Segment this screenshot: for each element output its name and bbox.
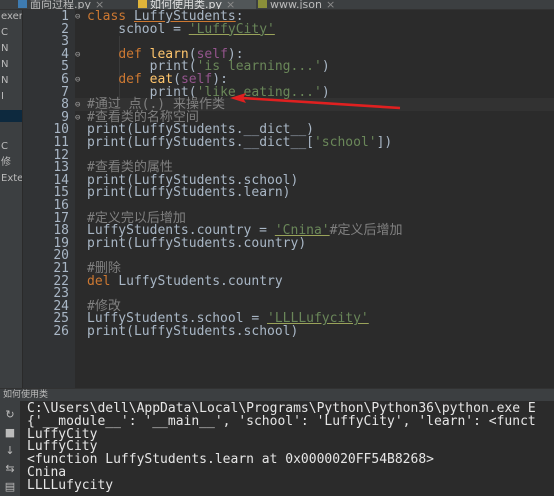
close-icon[interactable]: × bbox=[95, 0, 104, 9]
run-toolbar: ↻ ■ ↓ ⇆ ▤ bbox=[0, 401, 20, 496]
code-token: ]) bbox=[376, 135, 393, 150]
console-output-line: {'__module__': '__main__', 'school': 'Lu… bbox=[27, 413, 536, 429]
tab-mianxiangguocheng[interactable]: 面向过程.py × bbox=[18, 0, 136, 9]
code-token: (LuffyStudents.school) bbox=[126, 324, 299, 339]
project-item[interactable]: I bbox=[1, 90, 22, 104]
project-item[interactable]: C bbox=[1, 140, 22, 154]
close-icon[interactable]: × bbox=[326, 0, 335, 9]
wrap-icon[interactable]: ⇆ bbox=[3, 463, 17, 475]
tab-label: 如何使用类.py bbox=[150, 0, 222, 9]
tab-www-json[interactable]: www.json × bbox=[258, 0, 358, 9]
project-item[interactable]: 修 bbox=[1, 156, 22, 170]
fold-marker-icon[interactable]: ⊖ bbox=[75, 11, 80, 23]
code-token: LuffyStudents.country bbox=[118, 273, 283, 289]
stop-icon[interactable]: ■ bbox=[3, 427, 17, 439]
python-file-icon bbox=[138, 0, 147, 8]
code-line: print(LuffyStudents.country) bbox=[87, 235, 307, 251]
console-output-line: <function LuffyStudents.learn at 0x00000… bbox=[27, 452, 434, 468]
console-output-line: LLLLufycity bbox=[27, 477, 114, 493]
code-token: (LuffyStudents.learn) bbox=[126, 185, 291, 201]
project-item[interactable]: N bbox=[1, 74, 22, 88]
code-token: del bbox=[87, 273, 119, 289]
code-token: #定义后增加 bbox=[329, 223, 403, 239]
fold-marker-icon[interactable]: ⊖ bbox=[75, 112, 80, 124]
fold-marker-icon[interactable]: ⊖ bbox=[75, 49, 80, 61]
run-panel-header: 如何使用类 bbox=[0, 388, 554, 401]
code-token: 'school' bbox=[313, 135, 377, 150]
project-item[interactable]: N bbox=[1, 58, 22, 72]
project-item[interactable]: Exte bbox=[1, 172, 22, 186]
json-file-icon bbox=[258, 0, 267, 8]
line-number: 26 bbox=[53, 324, 69, 339]
project-item[interactable]: exer bbox=[1, 10, 22, 24]
code-token: ) bbox=[321, 59, 330, 75]
close-icon[interactable]: × bbox=[226, 0, 235, 9]
code-line: print(LuffyStudents.learn) bbox=[87, 185, 291, 201]
scroll-down-icon[interactable]: ↓ bbox=[3, 445, 17, 457]
code-token: (LuffyStudents.__dict__[ bbox=[126, 135, 314, 150]
fold-marker-icon[interactable]: ⊖ bbox=[75, 74, 80, 86]
tab-label: www.json bbox=[270, 0, 322, 9]
print-icon[interactable]: ▤ bbox=[3, 481, 17, 493]
project-item[interactable]: C bbox=[1, 26, 22, 40]
run-console[interactable]: C:\Users\dell\AppData\Local\Programs\Pyt… bbox=[20, 401, 554, 496]
code-line: del LuffyStudents.country bbox=[87, 273, 283, 289]
project-item[interactable]: N bbox=[1, 42, 22, 56]
code-token: print bbox=[87, 324, 127, 339]
code-token: print bbox=[87, 135, 127, 150]
code-token: (LuffyStudents.country) bbox=[126, 235, 307, 251]
code-token: school = bbox=[87, 21, 189, 37]
tab-label: 面向过程.py bbox=[30, 0, 91, 9]
run-panel-title: 如何使用类 bbox=[3, 390, 49, 400]
code-token: print bbox=[87, 235, 127, 251]
code-line: school = 'LuffyCity' bbox=[87, 21, 275, 37]
line-number-gutter: 1 2 3 4 5 6 7 8 9 10 11 12 13 14 15 16 17 18 19 20 21 22 23 24 2… bbox=[23, 10, 75, 388]
editor-tab-bar: 面向过程.py × 如何使用类.py × www.json × bbox=[0, 0, 554, 10]
tab-ruheshiyonglei[interactable]: 如何使用类.py × bbox=[138, 0, 256, 9]
annotation-arrow-icon bbox=[230, 93, 401, 110]
fold-marker-icon[interactable]: ⊖ bbox=[75, 99, 80, 111]
code-token: 'LuffyCity' bbox=[188, 21, 275, 37]
code-token: print bbox=[87, 185, 127, 201]
rerun-icon[interactable]: ↻ bbox=[3, 409, 17, 421]
code-editor[interactable]: class LuffyStudents: school = 'LuffyCity… bbox=[75, 10, 554, 388]
project-item-selected[interactable] bbox=[0, 110, 22, 122]
code-line: print(LuffyStudents.school) bbox=[87, 324, 299, 339]
code-line: print(LuffyStudents.__dict__['school']) bbox=[87, 135, 393, 150]
python-file-icon bbox=[18, 0, 27, 8]
project-panel: exer C N N N I C 修 Exte bbox=[0, 10, 23, 388]
